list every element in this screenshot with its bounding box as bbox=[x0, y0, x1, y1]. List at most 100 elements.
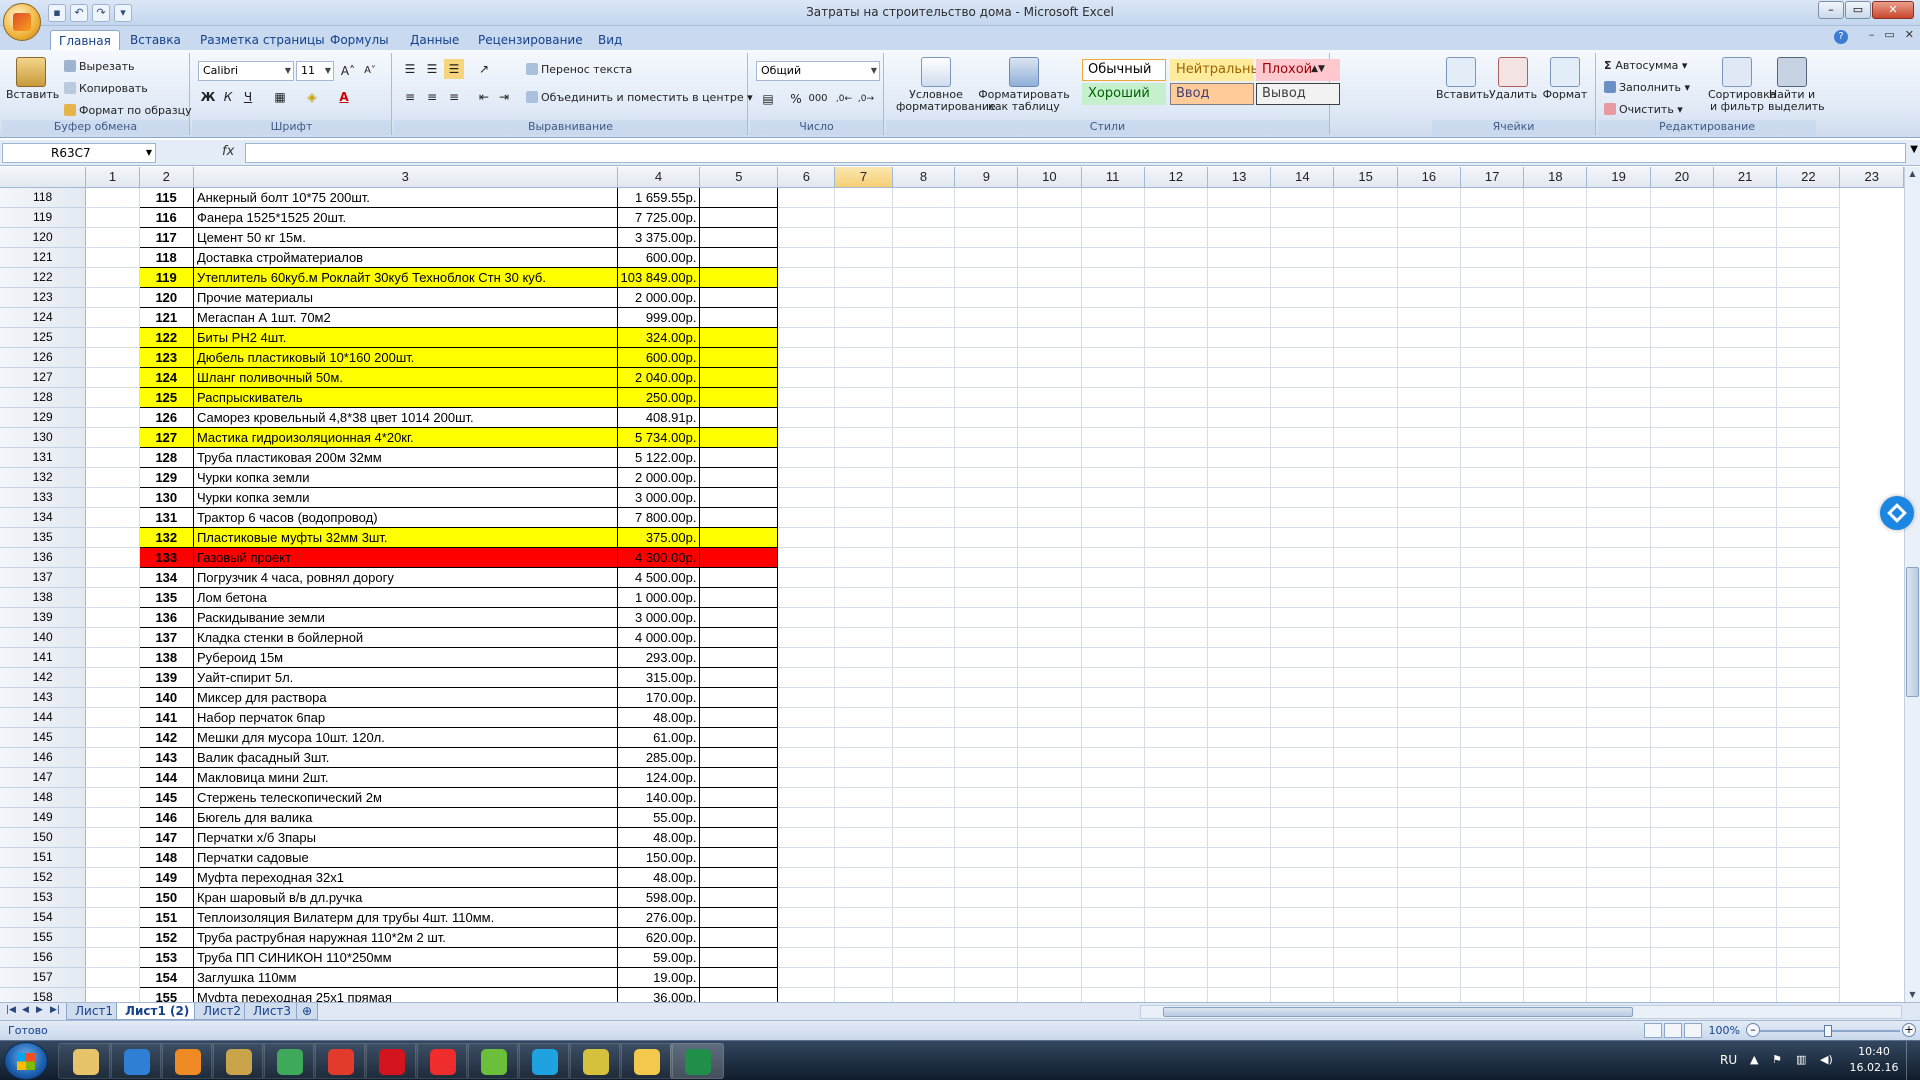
cell-item-name[interactable]: Кладка стенки в бойлерной bbox=[192, 626, 618, 648]
cell[interactable] bbox=[834, 247, 893, 268]
cell-item-name[interactable]: Мегаспан А 1шт. 70м2 bbox=[192, 306, 618, 328]
cell[interactable] bbox=[1207, 347, 1272, 368]
cell[interactable] bbox=[1333, 527, 1398, 548]
borders-icon[interactable]: ▦ bbox=[270, 87, 290, 107]
cell-item-number[interactable]: 155 bbox=[138, 986, 194, 1002]
cell-item-number[interactable]: 124 bbox=[138, 366, 194, 388]
cell-item-number[interactable]: 149 bbox=[138, 866, 194, 888]
cell-item-name[interactable]: Мешки для мусора 10шт. 120л. bbox=[192, 726, 618, 748]
tab-review[interactable]: Рецензирование bbox=[470, 30, 591, 50]
cell[interactable] bbox=[1144, 327, 1208, 348]
cell[interactable] bbox=[85, 587, 140, 608]
cell-item-number[interactable]: 139 bbox=[138, 666, 194, 688]
cell[interactable] bbox=[1586, 787, 1651, 808]
cell[interactable] bbox=[892, 867, 956, 888]
cell[interactable] bbox=[1523, 787, 1588, 808]
cell[interactable] bbox=[1144, 367, 1208, 388]
cell[interactable] bbox=[1017, 347, 1082, 368]
row-header[interactable]: 142 bbox=[0, 667, 87, 688]
column-header[interactable]: 14 bbox=[1270, 167, 1335, 188]
cell[interactable] bbox=[1270, 367, 1335, 388]
cell[interactable] bbox=[1586, 247, 1651, 268]
cell[interactable] bbox=[1017, 867, 1082, 888]
cell[interactable] bbox=[1460, 327, 1525, 348]
cell-item-name[interactable]: Чурки копка земли bbox=[192, 486, 618, 508]
cell[interactable] bbox=[1523, 427, 1588, 448]
cell[interactable] bbox=[1776, 587, 1841, 608]
cell[interactable] bbox=[1776, 247, 1841, 268]
cell[interactable] bbox=[1081, 187, 1145, 208]
cell[interactable] bbox=[1017, 307, 1082, 328]
cell[interactable] bbox=[1207, 767, 1272, 788]
cell[interactable] bbox=[1081, 747, 1145, 768]
cell[interactable] bbox=[1017, 927, 1082, 948]
cell-item-number[interactable]: 144 bbox=[138, 766, 194, 788]
cell-item-name[interactable]: Рубероид 15м bbox=[192, 646, 618, 668]
cell[interactable] bbox=[1397, 887, 1461, 908]
cell[interactable] bbox=[1460, 287, 1525, 308]
cell[interactable] bbox=[777, 227, 836, 248]
cell[interactable] bbox=[1333, 447, 1398, 468]
cell[interactable] bbox=[1713, 707, 1778, 728]
cell[interactable] bbox=[1586, 427, 1651, 448]
cell[interactable] bbox=[1713, 607, 1778, 628]
cell-amount[interactable]: 55.00р. bbox=[616, 806, 701, 828]
cell[interactable] bbox=[1523, 747, 1588, 768]
cell-item-name[interactable]: Уайт-спирит 5л. bbox=[192, 666, 618, 688]
cell[interactable] bbox=[1586, 367, 1651, 388]
cell[interactable] bbox=[1523, 987, 1588, 1002]
column-header[interactable]: 21 bbox=[1713, 167, 1778, 188]
cell[interactable] bbox=[1397, 387, 1461, 408]
tab-view[interactable]: Вид bbox=[590, 30, 630, 50]
cell[interactable] bbox=[699, 386, 779, 408]
cell[interactable] bbox=[1650, 827, 1714, 848]
cell[interactable] bbox=[1397, 267, 1461, 288]
cell[interactable] bbox=[1270, 507, 1335, 528]
cell[interactable] bbox=[1776, 847, 1841, 868]
cell[interactable] bbox=[699, 626, 779, 648]
cell[interactable] bbox=[1586, 587, 1651, 608]
cell-item-number[interactable]: 141 bbox=[138, 706, 194, 728]
cell[interactable] bbox=[834, 767, 893, 788]
cell[interactable] bbox=[1460, 247, 1525, 268]
cell[interactable] bbox=[1270, 607, 1335, 628]
cell[interactable] bbox=[1017, 227, 1082, 248]
cell[interactable] bbox=[1523, 827, 1588, 848]
cell[interactable] bbox=[1523, 807, 1588, 828]
align-top-icon[interactable]: ☰ bbox=[400, 59, 420, 79]
cell[interactable] bbox=[1017, 607, 1082, 628]
row-header[interactable]: 150 bbox=[0, 827, 87, 848]
cell[interactable] bbox=[699, 766, 779, 788]
cell-item-number[interactable]: 148 bbox=[138, 846, 194, 868]
cell[interactable] bbox=[1017, 387, 1082, 408]
cell[interactable] bbox=[777, 687, 836, 708]
cell[interactable] bbox=[1586, 727, 1651, 748]
cell[interactable] bbox=[1650, 347, 1714, 368]
row-header[interactable]: 125 bbox=[0, 327, 87, 348]
row-header[interactable]: 121 bbox=[0, 247, 87, 268]
cell[interactable] bbox=[1397, 327, 1461, 348]
row-header[interactable]: 119 bbox=[0, 207, 87, 228]
cell[interactable] bbox=[1460, 767, 1525, 788]
cell[interactable] bbox=[1017, 987, 1082, 1002]
column-header[interactable]: 16 bbox=[1397, 167, 1461, 188]
cell[interactable] bbox=[85, 247, 140, 268]
cell[interactable] bbox=[1460, 747, 1525, 768]
cell[interactable] bbox=[1270, 487, 1335, 508]
align-center-icon[interactable]: ≡ bbox=[422, 87, 442, 107]
cell[interactable] bbox=[1144, 687, 1208, 708]
cell[interactable] bbox=[1144, 567, 1208, 588]
cell-amount[interactable]: 276.00р. bbox=[616, 906, 701, 928]
cell[interactable] bbox=[1397, 767, 1461, 788]
cell[interactable] bbox=[699, 686, 779, 708]
cell[interactable] bbox=[1650, 987, 1714, 1002]
cell[interactable] bbox=[1776, 367, 1841, 388]
cell-item-number[interactable]: 137 bbox=[138, 626, 194, 648]
cell[interactable] bbox=[1333, 787, 1398, 808]
cell[interactable] bbox=[1776, 387, 1841, 408]
cell[interactable] bbox=[1333, 667, 1398, 688]
cell[interactable] bbox=[1397, 527, 1461, 548]
cell[interactable] bbox=[1586, 287, 1651, 308]
cell[interactable] bbox=[1270, 847, 1335, 868]
cell[interactable] bbox=[954, 227, 1019, 248]
